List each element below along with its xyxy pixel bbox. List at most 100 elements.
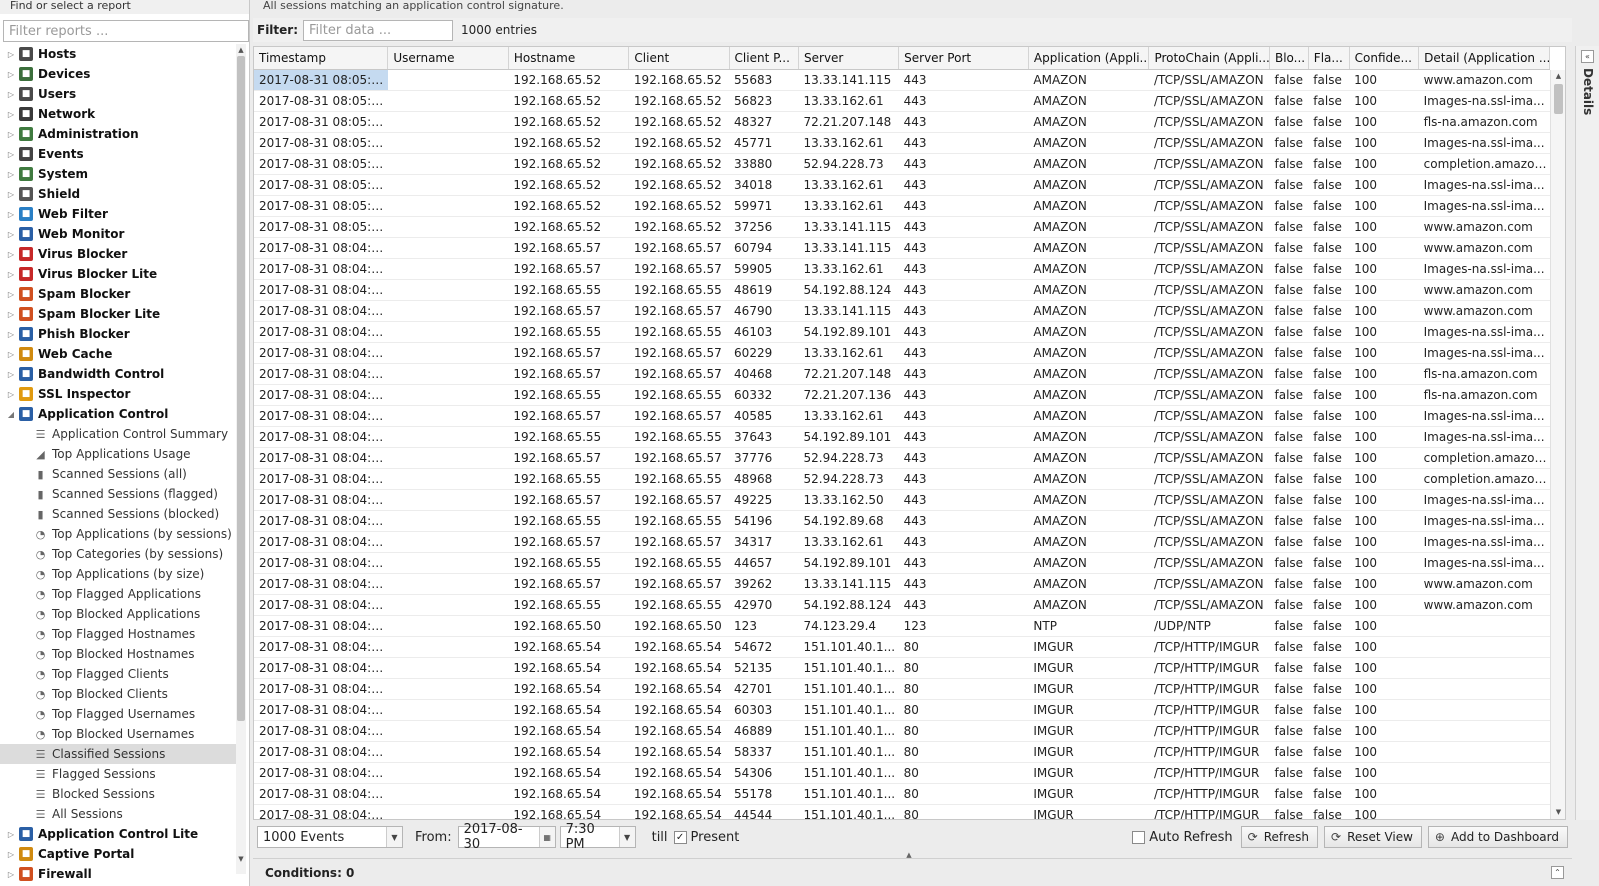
tree-item-captive-portal[interactable]: ▷ ■ Captive Portal (0, 844, 236, 864)
chevron-right-icon[interactable]: ▷ (6, 830, 16, 839)
tree-item-phish-blocker[interactable]: ▷ ■ Phish Blocker (0, 324, 236, 344)
tree-item-bandwidth-control[interactable]: ▷ ■ Bandwidth Control (0, 364, 236, 384)
column-header[interactable]: ProtoChain (Appli... (1148, 47, 1270, 70)
chevron-right-icon[interactable]: ▷ (6, 370, 16, 379)
table-row[interactable]: 2017-08-31 08:04:4... 192.168.65.57 192.16… (254, 342, 1550, 364)
column-header[interactable]: Server (798, 47, 900, 70)
table-row[interactable]: 2017-08-31 08:04:1... 192.168.65.54 192.16… (254, 762, 1550, 784)
table-row[interactable]: 2017-08-31 08:04:1... 192.168.65.54 192.16… (254, 657, 1550, 679)
refresh-button[interactable]: ⟳ Refresh (1240, 826, 1319, 848)
tree-item-firewall[interactable]: ▷ ■ Firewall (0, 864, 236, 884)
table-row[interactable]: 2017-08-31 08:04:4... 192.168.65.57 192.16… (254, 237, 1550, 259)
tree-item-hosts[interactable]: ▷ ■ Hosts (0, 44, 236, 64)
chevron-right-icon[interactable]: ▷ (6, 310, 16, 319)
table-row[interactable]: 2017-08-31 08:05:1... 192.168.65.52 192.16… (254, 174, 1550, 196)
tree-scrollbar-thumb[interactable] (237, 56, 245, 721)
table-row[interactable]: 2017-08-31 08:04:3... 192.168.65.57 192.16… (254, 531, 1550, 553)
tree-item-web-cache[interactable]: ▷ ■ Web Cache (0, 344, 236, 364)
reset-view-button[interactable]: ⟳ Reset View (1324, 826, 1422, 848)
chevron-down-icon[interactable]: ▼ (386, 827, 402, 847)
table-row[interactable]: 2017-08-31 08:04:3... 192.168.65.55 192.16… (254, 426, 1550, 448)
tree-item-top-flagged-clients[interactable]: ◔ Top Flagged Clients (0, 664, 236, 684)
table-row[interactable]: 2017-08-31 08:04:3... 192.168.65.55 192.16… (254, 468, 1550, 490)
chevron-right-icon[interactable]: ▷ (6, 850, 16, 859)
table-row[interactable]: 2017-08-31 08:05:1... 192.168.65.52 192.16… (254, 69, 1550, 91)
table-row[interactable]: 2017-08-31 08:05:1... 192.168.65.52 192.16… (254, 90, 1550, 112)
table-row[interactable]: 2017-08-31 08:04:3... 192.168.65.55 192.16… (254, 510, 1550, 532)
column-header[interactable]: Fla... (1308, 47, 1350, 70)
chevron-right-icon[interactable]: ▷ (6, 210, 16, 219)
chevron-right-icon[interactable]: ▷ (6, 330, 16, 339)
chevron-right-icon[interactable]: ▷ (6, 350, 16, 359)
table-row[interactable]: 2017-08-31 08:04:3... 192.168.65.57 192.16… (254, 573, 1550, 595)
tree-item-devices[interactable]: ▷ ■ Devices (0, 64, 236, 84)
filter-reports-input[interactable] (3, 20, 249, 42)
column-header[interactable]: Hostname (508, 47, 630, 70)
table-row[interactable]: 2017-08-31 08:04:3... 192.168.65.55 192.16… (254, 594, 1550, 616)
column-header[interactable]: Username (387, 47, 509, 70)
tree-item-virus-blocker[interactable]: ▷ ■ Virus Blocker (0, 244, 236, 264)
tree-item-top-blocked-hostnames[interactable]: ◔ Top Blocked Hostnames (0, 644, 236, 664)
tree-item-scanned-sessions-blocked[interactable]: ▮ Scanned Sessions (blocked) (0, 504, 236, 524)
column-header[interactable]: Detail (Application ... (1418, 47, 1550, 70)
tree-item-top-blocked-clients[interactable]: ◔ Top Blocked Clients (0, 684, 236, 704)
chevron-right-icon[interactable]: ▷ (6, 170, 16, 179)
tree-item-top-applications-usage[interactable]: ◢ Top Applications Usage (0, 444, 236, 464)
table-row[interactable]: 2017-08-31 08:04:4... 192.168.65.55 192.16… (254, 279, 1550, 301)
details-label[interactable]: Details (1581, 68, 1595, 115)
tree-item-users[interactable]: ▷ ■ Users (0, 84, 236, 104)
column-header[interactable]: Client P... (729, 47, 800, 70)
grid-scroll-down-icon[interactable]: ▼ (1551, 808, 1565, 816)
tree-item-web-monitor[interactable]: ▷ ■ Web Monitor (0, 224, 236, 244)
chevron-right-icon[interactable]: ▷ (6, 250, 16, 259)
grid-scroll-up-icon[interactable]: ▲ (1551, 72, 1565, 80)
table-row[interactable]: 2017-08-31 08:04:1... 192.168.65.54 192.16… (254, 741, 1550, 763)
column-header[interactable]: Application (Appli... (1028, 47, 1150, 70)
table-row[interactable]: 2017-08-31 08:04:3... 192.168.65.57 192.16… (254, 405, 1550, 427)
table-row[interactable]: 2017-08-31 08:04:4... 192.168.65.57 192.16… (254, 363, 1550, 385)
chevron-right-icon[interactable]: ▷ (6, 130, 16, 139)
table-row[interactable]: 2017-08-31 08:04:1... 192.168.65.54 192.16… (254, 699, 1550, 721)
tree-item-top-flagged-applications[interactable]: ◔ Top Flagged Applications (0, 584, 236, 604)
chevron-right-icon[interactable]: ▷ (6, 150, 16, 159)
calendar-icon[interactable]: ▦ (538, 827, 555, 847)
tree-item-scanned-sessions-flagged[interactable]: ▮ Scanned Sessions (flagged) (0, 484, 236, 504)
tree-item-application-control[interactable]: ◢ ■ Application Control (0, 404, 236, 424)
tree-item-scanned-sessions-all[interactable]: ▮ Scanned Sessions (all) (0, 464, 236, 484)
filter-data-input[interactable] (303, 19, 454, 41)
chevron-right-icon[interactable]: ▷ (6, 90, 16, 99)
tree-item-all-sessions[interactable]: ☰ All Sessions (0, 804, 236, 824)
tree-item-flagged-sessions[interactable]: ☰ Flagged Sessions (0, 764, 236, 784)
tree-item-web-filter[interactable]: ▷ ■ Web Filter (0, 204, 236, 224)
table-row[interactable]: 2017-08-31 08:04:1... 192.168.65.54 192.16… (254, 678, 1550, 700)
tree-item-top-blocked-applications[interactable]: ◔ Top Blocked Applications (0, 604, 236, 624)
table-row[interactable]: 2017-08-31 08:05:1... 192.168.65.52 192.16… (254, 132, 1550, 154)
tree-item-top-blocked-usernames[interactable]: ◔ Top Blocked Usernames (0, 724, 236, 744)
table-row[interactable]: 2017-08-31 08:04:3... 192.168.65.55 192.16… (254, 552, 1550, 574)
table-row[interactable]: 2017-08-31 08:04:1... 192.168.65.54 192.16… (254, 783, 1550, 805)
chevron-right-icon[interactable]: ▷ (6, 110, 16, 119)
chevron-right-icon[interactable]: ▷ (6, 390, 16, 399)
tree-item-shield[interactable]: ▷ ■ Shield (0, 184, 236, 204)
chevron-right-icon[interactable]: ▷ (6, 70, 16, 79)
tree-item-ssl-inspector[interactable]: ▷ ■ SSL Inspector (0, 384, 236, 404)
column-header[interactable]: Server Port (898, 47, 1029, 70)
chevron-right-icon[interactable]: ▷ (6, 870, 16, 879)
add-to-dashboard-button[interactable]: ⊕ Add to Dashboard (1427, 826, 1568, 848)
collapse-details-icon[interactable]: « (1581, 50, 1594, 63)
chevron-right-icon[interactable]: ▷ (6, 50, 16, 59)
tree-item-top-applications-by-size[interactable]: ◔ Top Applications (by size) (0, 564, 236, 584)
tree-item-events[interactable]: ▷ ■ Events (0, 144, 236, 164)
tree-item-application-control-lite[interactable]: ▷ ■ Application Control Lite (0, 824, 236, 844)
table-row[interactable]: 2017-08-31 08:04:1... 192.168.65.54 192.16… (254, 636, 1550, 658)
tree-item-virus-blocker-lite[interactable]: ▷ ■ Virus Blocker Lite (0, 264, 236, 284)
auto-refresh-checkbox[interactable] (1132, 830, 1146, 844)
chevron-down-icon[interactable]: ◢ (6, 410, 16, 419)
tree-item-administration[interactable]: ▷ ■ Administration (0, 124, 236, 144)
table-row[interactable]: 2017-08-31 08:04:3... 192.168.65.57 192.16… (254, 447, 1550, 469)
expand-conditions-icon[interactable]: ⌃ (1551, 866, 1564, 879)
table-row[interactable]: 2017-08-31 08:05:1... 192.168.65.52 192.16… (254, 111, 1550, 133)
tree-item-top-applications-by-sessions[interactable]: ◔ Top Applications (by sessions) (0, 524, 236, 544)
column-header[interactable]: Confide... (1349, 47, 1420, 70)
table-row[interactable]: 2017-08-31 08:05:1... 192.168.65.52 192.16… (254, 195, 1550, 217)
